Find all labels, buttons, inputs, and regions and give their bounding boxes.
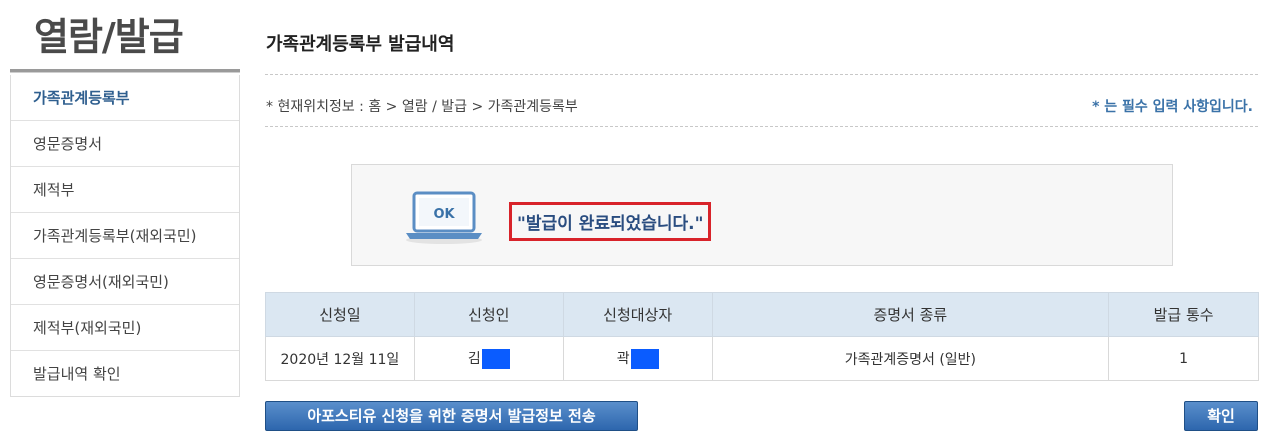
column-header-date: 신청일 — [265, 292, 415, 337]
table-header-row: 신청일 신청인 신청대상자 증명서 종류 발급 통수 — [265, 292, 1259, 337]
cell-count: 1 — [1108, 336, 1259, 381]
issue-history-table: 신청일 신청인 신청대상자 증명서 종류 발급 통수 2020년 12월 11일… — [265, 292, 1259, 381]
redaction-mask — [481, 349, 510, 369]
column-header-target: 신청대상자 — [562, 292, 713, 337]
sidebar-item-removal-register-overseas[interactable]: 제적부(재외국민) — [11, 304, 239, 350]
cell-cert-type: 가족관계증명서 (일반) — [711, 336, 1110, 381]
sidebar-menu: 가족관계등록부 영문증명서 제적부 가족관계등록부(재외국민) 영문증명서(재외… — [10, 75, 240, 397]
ok-label: OK — [433, 207, 455, 222]
cell-applicant: 김 — [413, 336, 564, 381]
laptop-ok-icon: OK — [406, 191, 482, 244]
breadcrumb: * 현재위치정보 : 홈 > 열람 / 발급 > 가족관계등록부 — [266, 99, 578, 115]
confirm-button[interactable]: 확인 — [1184, 401, 1258, 431]
required-fields-note: * 는 필수 입력 사항입니다. — [1092, 99, 1253, 115]
divider — [265, 126, 1258, 127]
page-title: 가족관계등록부 발급내역 — [266, 34, 455, 55]
completion-message: "발급이 완료되었습니다." — [509, 202, 711, 241]
divider — [265, 74, 1258, 75]
table-row: 2020년 12월 11일 김 곽 가족관계증명서 (일반) 1 — [265, 336, 1259, 381]
column-header-applicant: 신청인 — [413, 292, 564, 337]
sidebar-item-issue-history[interactable]: 발급내역 확인 — [11, 350, 239, 396]
sidebar-item-family-register-overseas[interactable]: 가족관계등록부(재외국민) — [11, 212, 239, 258]
sidebar-title: 열람/발급 — [34, 15, 184, 59]
completion-notice: OK "발급이 완료되었습니다." — [351, 164, 1173, 266]
cell-date: 2020년 12월 11일 — [265, 336, 415, 381]
sidebar-item-family-register[interactable]: 가족관계등록부 — [11, 75, 239, 120]
sidebar-title-divider — [10, 69, 240, 73]
applicant-name: 김 — [467, 351, 481, 367]
column-header-count: 발급 통수 — [1108, 292, 1259, 337]
sidebar-item-removal-register[interactable]: 제적부 — [11, 166, 239, 212]
send-apostille-info-button[interactable]: 아포스티유 신청을 위한 증명서 발급정보 전송 — [265, 401, 638, 431]
target-name: 곽 — [616, 351, 630, 367]
redaction-mask — [630, 349, 659, 369]
cell-target: 곽 — [562, 336, 713, 381]
column-header-cert-type: 증명서 종류 — [711, 292, 1110, 337]
sidebar-item-english-certificate-overseas[interactable]: 영문증명서(재외국민) — [11, 258, 239, 304]
sidebar-item-english-certificate[interactable]: 영문증명서 — [11, 120, 239, 166]
